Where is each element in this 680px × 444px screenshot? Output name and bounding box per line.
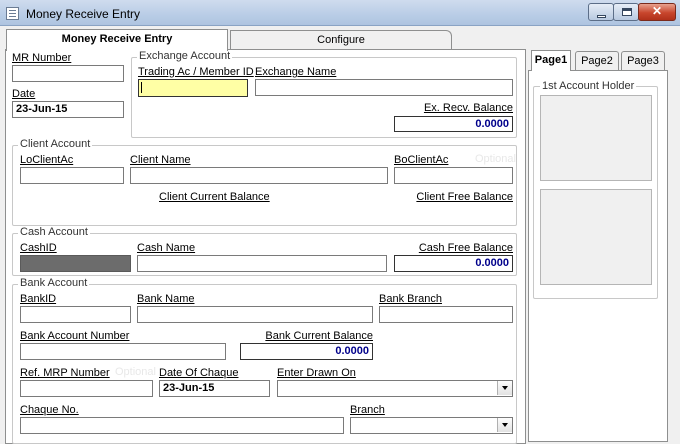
drawn-on-select[interactable] <box>277 380 513 397</box>
maximize-icon <box>622 8 632 16</box>
exchange-name-label: Exchange Name <box>255 66 337 78</box>
mr-number-label: MR Number <box>12 52 72 64</box>
bank-account-title: Bank Account <box>18 277 90 289</box>
date-of-chaque-input[interactable]: 23-Jun-15 <box>159 380 270 397</box>
account-holder-title: 1st Account Holder <box>540 80 637 92</box>
cash-free-balance-label: Cash Free Balance <box>418 242 513 254</box>
drawn-on-label: Enter Drawn On <box>277 367 356 379</box>
account-holder-signature <box>540 189 652 285</box>
mr-number-input[interactable] <box>12 65 124 82</box>
ref-mrp-number-input[interactable] <box>20 380 153 397</box>
bank-name-label: Bank Name <box>137 293 195 305</box>
date-label: Date <box>12 88 36 100</box>
tab-page2[interactable]: Page2 <box>575 51 619 71</box>
tab-label: Money Receive Entry <box>61 33 173 45</box>
bank-current-balance-label: Bank Current Balance <box>265 330 373 342</box>
branch-select[interactable] <box>350 417 513 434</box>
tab-label: Configure <box>317 34 365 46</box>
client-account-title: Client Account <box>18 138 93 150</box>
tab-label: Page2 <box>581 55 613 67</box>
bank-branch-input[interactable] <box>379 306 513 323</box>
bo-client-ac-label: BoClientAc <box>394 154 449 166</box>
lo-client-ac-label: LoClientAc <box>20 154 74 166</box>
optional-hint: Optional <box>115 366 156 378</box>
bank-id-input[interactable] <box>20 306 131 323</box>
ex-recv-balance-label: Ex. Recv. Balance <box>423 102 513 114</box>
tab-page1[interactable]: Page1 <box>531 50 571 71</box>
cash-free-balance-value: 0.0000 <box>394 255 513 272</box>
close-button[interactable]: ✕ <box>638 3 676 21</box>
app-icon <box>6 7 19 20</box>
branch-label: Branch <box>350 404 385 416</box>
client-current-balance-label: Client Current Balance <box>159 191 270 203</box>
client-free-balance-label: Client Free Balance <box>416 191 513 203</box>
tab-label: Page1 <box>534 54 568 66</box>
cash-id-label: CashID <box>20 242 57 254</box>
tab-configure[interactable]: Configure <box>230 30 452 50</box>
trading-ac-label: Trading Ac / Member ID <box>138 66 254 78</box>
ex-recv-balance-value: 0.0000 <box>394 116 513 132</box>
account-holder-photo <box>540 95 652 181</box>
minimize-icon <box>597 15 606 18</box>
minimize-button[interactable] <box>588 3 614 21</box>
client-name-input[interactable] <box>130 167 388 184</box>
chaque-no-input[interactable] <box>20 417 344 434</box>
exchange-account-title: Exchange Account <box>137 50 233 62</box>
bank-branch-label: Bank Branch <box>379 293 442 305</box>
bank-id-label: BankID <box>20 293 57 305</box>
tab-label: Page3 <box>627 55 659 67</box>
tab-page3[interactable]: Page3 <box>621 51 665 71</box>
bank-account-number-label: Bank Account Number <box>20 330 130 342</box>
maximize-button[interactable] <box>613 3 639 21</box>
lo-client-ac-input[interactable] <box>20 167 124 184</box>
ref-mrp-number-label: Ref. MRP Number <box>20 367 110 379</box>
date-of-chaque-label: Date Of Chaque <box>159 367 239 379</box>
optional-hint: Optional <box>475 153 516 165</box>
text-caret <box>141 82 142 93</box>
bo-client-ac-input[interactable] <box>394 167 513 184</box>
bank-account-number-input[interactable] <box>20 343 226 360</box>
cash-name-label: Cash Name <box>137 242 196 254</box>
tab-money-receive-entry[interactable]: Money Receive Entry <box>6 29 228 51</box>
cash-id-input <box>20 255 131 272</box>
exchange-name-input[interactable] <box>255 79 513 96</box>
close-icon: ✕ <box>651 4 663 18</box>
chevron-down-icon[interactable] <box>497 418 512 432</box>
window-title: Money Receive Entry <box>26 7 141 21</box>
chaque-no-label: Chaque No. <box>20 404 79 416</box>
trading-ac-input[interactable] <box>138 79 248 97</box>
cash-account-title: Cash Account <box>18 226 90 238</box>
bank-current-balance-value: 0.0000 <box>240 343 373 360</box>
date-input[interactable]: 23-Jun-15 <box>12 101 124 118</box>
cash-name-input[interactable] <box>137 255 387 272</box>
title-bar: Money Receive Entry ✕ <box>0 0 680 26</box>
client-name-label: Client Name <box>130 154 191 166</box>
bank-name-input[interactable] <box>137 306 373 323</box>
chevron-down-icon[interactable] <box>497 381 512 395</box>
